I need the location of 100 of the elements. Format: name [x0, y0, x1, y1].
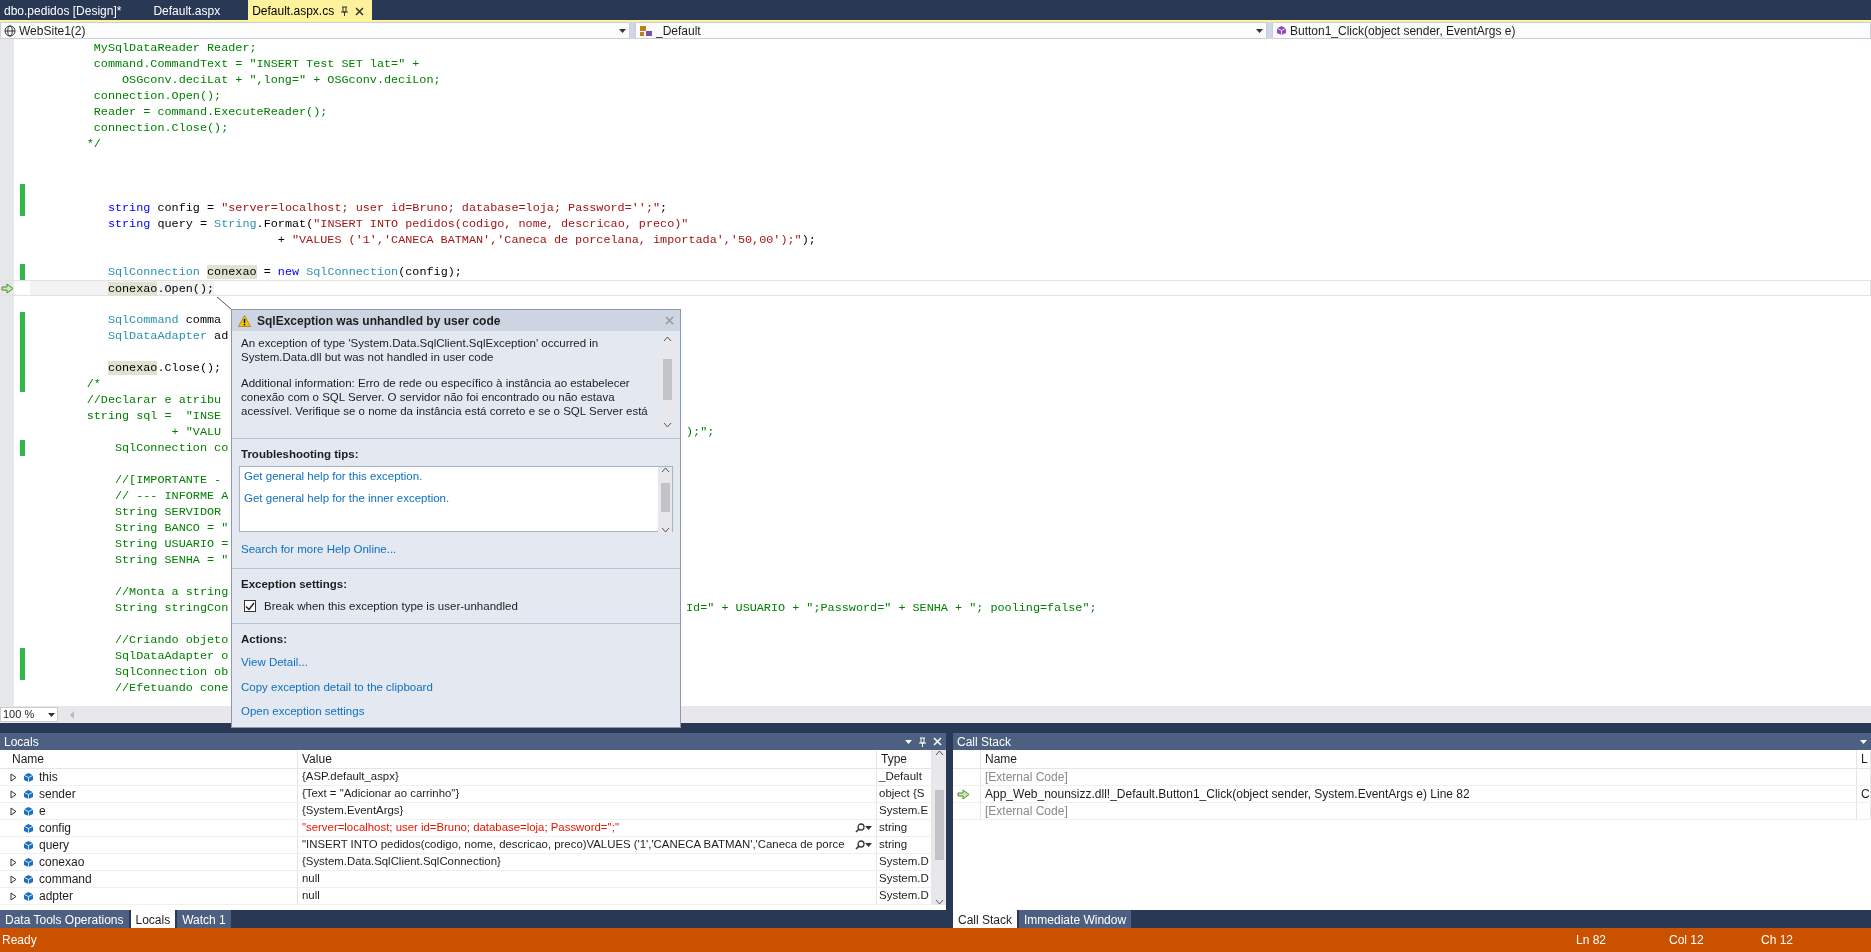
leader-line: [216, 296, 232, 310]
panel-title: Locals: [4, 733, 40, 751]
help-link[interactable]: Get general help for the inner exception.: [244, 489, 450, 507]
code-line: //Declarar e atribu: [85, 392, 222, 408]
code-line: String USUARIO =: [113, 536, 229, 552]
caret-icon[interactable]: [865, 843, 872, 847]
code-line: //[IMPORTANTE -: [113, 472, 222, 488]
code-line: String stringCon: [113, 600, 229, 616]
zoom-dropdown[interactable]: 100 %: [0, 707, 58, 722]
frame-name: [External Code]: [985, 769, 1068, 786]
variable-name: query: [39, 837, 70, 854]
panel-tab[interactable]: Data Tools Operations: [0, 910, 129, 928]
variable-name: conexao: [39, 854, 85, 871]
code-line: String BANCO = ": [113, 520, 229, 536]
expand-icon[interactable]: [10, 891, 17, 901]
panel-tab[interactable]: Watch 1: [177, 910, 231, 928]
code-line: + "VALUES ('1','CANECA BATMAN','Caneca de porcelana, importada','50,00');");: [276, 232, 816, 248]
expand-icon[interactable]: [10, 874, 17, 884]
code-line: SqlConnection conexao = new SqlConnection(config);: [106, 264, 462, 280]
column-number: Col 12: [1669, 932, 1705, 949]
column-header[interactable]: Name: [0, 750, 298, 768]
search-icon[interactable]: [855, 823, 865, 833]
variable-name: adpter: [39, 888, 74, 905]
scrollbar[interactable]: [658, 467, 672, 534]
popup-title: SqlException was unhandled by user code: [257, 312, 502, 330]
caret-icon[interactable]: [1860, 739, 1867, 744]
variable-type: _Default: [879, 769, 922, 785]
caret-icon[interactable]: [1256, 28, 1263, 33]
expand-icon[interactable]: [10, 789, 17, 799]
code-line: command.CommandText = "INSERT Test SET lat=" +: [92, 56, 420, 72]
caret-icon[interactable]: [619, 28, 626, 33]
code-line: Id=" + USUARIO + ";Password=" + SENHA + "; pooling=false";: [686, 600, 1097, 616]
help-link[interactable]: Search for more Help Online...: [241, 541, 397, 559]
variable-name: config: [39, 820, 72, 837]
panel-tab[interactable]: Locals: [130, 910, 176, 928]
variable-type: System.D: [879, 871, 929, 887]
line-number: Ln 82: [1576, 932, 1608, 949]
code-line: SqlCommand comma: [106, 312, 222, 328]
scrollbar-thumb[interactable]: [934, 789, 944, 860]
expand-icon[interactable]: [10, 806, 17, 816]
scrollbar[interactable]: [660, 336, 674, 428]
dropdown[interactable]: WebSite1(2): [0, 22, 630, 39]
variable-value: "server=localhost; user id=Bruno; database=loja; Password='';": [302, 820, 620, 836]
code-line: string query = String.Format("INSERT INTO pedidos(codigo, nome, descricao, preco)": [106, 216, 689, 232]
column-header[interactable]: Name: [981, 750, 1857, 768]
document-tab[interactable]: dbo.pedidos [Design]*: [0, 0, 130, 20]
variable-name: command: [39, 871, 92, 888]
scrollbar-thumb[interactable]: [660, 482, 670, 513]
variable-name: this: [39, 769, 58, 786]
caret-icon[interactable]: [865, 826, 872, 830]
help-link[interactable]: Get general help for this exception.: [244, 468, 423, 486]
expand-icon[interactable]: [10, 772, 17, 782]
cube-icon: [23, 788, 34, 800]
message-text: Additional information: Erro de rede ou específico à instância ao estabelecer conexão com o SQL Server. O servidor não foi encontrado ou não estava acessível. Verifique se o nome da instância está correto e se o SQL Server está: [241, 376, 649, 418]
code-line: SqlConnection ob: [113, 664, 229, 680]
code-line: );";: [686, 424, 715, 440]
code-line: SqlDataAdapter ad: [106, 328, 229, 344]
document-tab[interactable]: Default.aspx: [149, 0, 229, 20]
globe-icon: [4, 24, 16, 37]
column-header[interactable]: L: [1857, 750, 1871, 768]
variable-value: {Text = "Adicionar ao carrinho"}: [302, 786, 461, 802]
section-heading: Troubleshooting tips:: [241, 447, 360, 462]
cube-icon: [23, 890, 34, 902]
search-icon[interactable]: [855, 840, 865, 850]
code-line: connection.Close();: [92, 120, 229, 136]
close-icon[interactable]: [355, 6, 365, 16]
cube-icon: [23, 805, 34, 817]
code-line: OSGconv.deciLat + ",long=" + OSGconv.deciLon;: [121, 72, 441, 88]
panel-tab[interactable]: Call Stack: [953, 910, 1018, 928]
variable-type: string: [879, 820, 908, 836]
scrollbar-thumb[interactable]: [662, 358, 672, 400]
code-line: // --- INFORME A: [113, 488, 229, 504]
char-number: Ch 12: [1761, 932, 1795, 949]
document-tab[interactable]: Default.aspx.cs: [248, 0, 373, 20]
column-header[interactable]: Value: [298, 750, 877, 768]
panel-tab[interactable]: Immediate Window: [1019, 910, 1132, 928]
code-line: //Monta a string: [113, 584, 229, 600]
expand-icon[interactable]: [10, 857, 17, 867]
action-link[interactable]: Open exception settings: [241, 702, 365, 720]
checkbox[interactable]: [244, 600, 256, 613]
status-text: Ready: [1, 932, 38, 949]
caret-icon[interactable]: [48, 712, 55, 717]
caret-icon[interactable]: [905, 739, 912, 744]
dropdown[interactable]: Button1_Click(object sender, EventArgs e): [1272, 22, 1871, 39]
variable-value: null: [302, 888, 321, 904]
action-link[interactable]: Copy exception detail to the clipboard: [241, 678, 433, 696]
cube-icon: [1276, 25, 1287, 36]
code-line: string config = "server=localhost; user id=Bruno; database=loja; Password='';";: [106, 200, 668, 216]
pin-icon[interactable]: [340, 6, 350, 16]
cube-icon: [23, 822, 34, 834]
scrollbar[interactable]: [932, 750, 946, 905]
frame-name: App_Web_nounsizz.dll!_Default.Button1_Click(object sender, System.EventArgs e) Line 82: [985, 786, 1470, 803]
action-link[interactable]: View Detail...: [241, 654, 308, 672]
code-line: //Criando objeto: [113, 632, 229, 648]
code-line: conexao.Close();: [106, 360, 222, 376]
table-cell-text: C: [1861, 786, 1870, 803]
code-line: String SENHA = ": [113, 552, 229, 568]
code-line: SqlConnection co: [113, 440, 229, 456]
code-line: //Efetuando cone: [113, 680, 229, 696]
dropdown[interactable]: _Default: [635, 22, 1267, 39]
